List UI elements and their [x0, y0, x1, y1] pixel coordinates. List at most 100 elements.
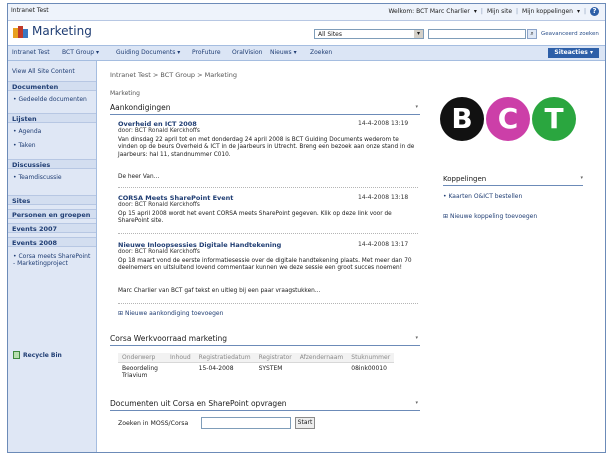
site-header: Marketing All Sites ▾ ⌕ Geavanceerd zoek…	[8, 21, 605, 44]
recycle-bin-icon	[13, 351, 20, 359]
table-header-row: Onderwerp Inhoud Registratiedatum Regist…	[118, 353, 395, 363]
link-item[interactable]: • Kaarten O&ICT bestellen	[443, 193, 522, 200]
announcement-date: 14-4-2008 13:19	[358, 120, 409, 127]
tab-oralvision[interactable]: OralVision	[232, 49, 262, 56]
work-queue-table: Onderwerp Inhoud Registratiedatum Regist…	[118, 353, 395, 382]
table-cell[interactable]: 08ink00010	[347, 363, 394, 382]
announcement-title-link[interactable]: Nieuwe Inloopsessies Digitale Handtekeni…	[118, 241, 281, 249]
tab-bct-group[interactable]: BCT Group ▾	[62, 49, 99, 56]
announcement-author: door: BCT Ronald Kerckhoffs	[118, 202, 200, 208]
documents-query-title[interactable]: Documenten uit Corsa en SharePoint opvra…	[110, 399, 420, 411]
query-input[interactable]	[201, 417, 291, 429]
chevron-down-icon[interactable]: ▾	[415, 335, 418, 341]
column-header[interactable]: Inhoud	[166, 353, 195, 363]
logo-letter-c: C	[486, 97, 530, 141]
quick-launch-discussions[interactable]: Discussies	[8, 159, 96, 169]
tab-zoeken[interactable]: Zoeken	[310, 49, 332, 56]
webpart-title-label: Documenten uit Corsa en SharePoint opvra…	[110, 399, 287, 408]
chevron-down-icon[interactable]: ▾	[415, 400, 418, 406]
main-content: Intranet Test > BCT Group > Marketing Ma…	[98, 61, 605, 452]
column-header[interactable]: Registrator	[254, 353, 296, 363]
quick-launch-item[interactable]: • Corsa meets SharePoint - Marketingproj…	[13, 253, 93, 267]
my-links-menu[interactable]: Mijn koppelingen	[522, 8, 573, 15]
advanced-search-link[interactable]: Geavanceerd zoeken	[541, 31, 599, 37]
site-title[interactable]: Marketing	[32, 24, 92, 38]
table-cell	[296, 363, 348, 382]
chevron-down-icon: ▾	[473, 8, 477, 15]
quick-launch-lists[interactable]: Lijsten	[8, 113, 96, 123]
webpart-title-label: Corsa Werkvoorraad marketing	[110, 334, 228, 343]
link-item-label: Kaarten O&ICT bestellen	[448, 193, 523, 200]
table-cell: 15-04-2008	[198, 365, 234, 372]
quick-launch-item-label: Teamdiscussie	[18, 174, 62, 181]
table-cell: SYSTEM	[258, 365, 283, 372]
tab-label: BCT Group	[62, 49, 95, 56]
tab-profuture[interactable]: ProFuture	[192, 49, 221, 56]
quick-launch-item[interactable]: • Gedeelde documenten	[13, 96, 93, 103]
view-all-site-content-link[interactable]: View All Site Content	[12, 68, 75, 75]
separator: |	[480, 8, 483, 15]
add-announcement-link[interactable]: ⊞ Nieuwe aankondiging toevoegen	[118, 310, 223, 317]
site-actions-button[interactable]: Siteacties ▾	[548, 48, 599, 58]
tab-label: Nieuws	[270, 49, 292, 56]
add-icon: ⊞	[118, 310, 124, 317]
logo-letter-b: B	[440, 97, 484, 141]
column-header[interactable]: Afzendernaam	[295, 353, 348, 363]
quick-launch-events-2007[interactable]: Events 2007	[8, 223, 96, 233]
quick-launch-people[interactable]: Personen en groepen	[8, 209, 96, 219]
my-site-link[interactable]: Mijn site	[487, 8, 512, 15]
search-scope-value: All Sites	[318, 31, 342, 38]
column-header[interactable]: Stuknummer	[347, 353, 395, 363]
column-header[interactable]: Onderwerp	[118, 353, 166, 363]
search-input[interactable]	[428, 29, 526, 39]
query-label: Zoeken in MOSS/Corsa	[118, 420, 189, 427]
breadcrumb[interactable]: Intranet Test > BCT Group > Marketing	[110, 71, 237, 79]
quick-launch-item[interactable]: • Taken	[13, 142, 93, 149]
chevron-down-icon: ▾	[177, 49, 181, 56]
quick-launch-sites[interactable]: Sites	[8, 195, 96, 205]
search-scope-select[interactable]: All Sites ▾	[314, 29, 424, 39]
announcement-author: door: BCT Ronald Kerckhoffs	[118, 128, 200, 134]
add-link[interactable]: ⊞ Nieuwe koppeling toevoegen	[443, 213, 537, 220]
add-announcement-label: Nieuwe aankondiging toevoegen	[124, 310, 224, 317]
quick-launch-item[interactable]: • Agenda	[13, 128, 93, 135]
announcement-body: Van dinsdag 22 april tot en met donderda…	[118, 137, 415, 158]
chevron-down-icon[interactable]: ▾	[580, 175, 583, 181]
quick-launch-events-2008[interactable]: Events 2008	[8, 237, 96, 247]
chevron-down-icon[interactable]: ▾	[415, 104, 418, 110]
quick-launch-item-label: Gedeelde documenten	[18, 96, 87, 103]
quick-launch-item-label: Taken	[18, 142, 36, 149]
chevron-down-icon: ▾	[414, 30, 423, 38]
top-bar: Intranet Test Welkom: BCT Marc Charlier …	[8, 4, 605, 21]
quick-launch-item[interactable]: • Teamdiscussie	[13, 174, 93, 181]
announcement-date: 14-4-2008 13:17	[358, 241, 409, 248]
tab-guiding-documents[interactable]: Guiding Documents ▾	[116, 49, 180, 56]
announcement-date: 14-4-2008 13:18	[358, 194, 409, 201]
announcements-title[interactable]: Aankondigingen ▾	[110, 103, 420, 115]
welcome-menu[interactable]: Welkom: BCT Marc Charlier	[388, 8, 469, 15]
table-cell[interactable]: Beoordeling Triavium	[118, 363, 166, 382]
announcement-title-link[interactable]: CORSA Meets SharePoint Event	[118, 194, 233, 202]
start-button[interactable]: Start	[295, 417, 315, 429]
help-icon[interactable]: ?	[590, 7, 599, 16]
quick-launch-item-label: Corsa meets SharePoint - Marketingprojec…	[13, 253, 91, 267]
table-row[interactable]: Beoordeling Triavium 15-04-2008 SYSTEM 0…	[118, 363, 394, 382]
tab-intranet-test[interactable]: Intranet Test	[12, 49, 50, 56]
quick-launch-documents[interactable]: Documenten	[8, 81, 96, 91]
recycle-bin-link[interactable]: Recycle Bin	[13, 351, 62, 359]
logo-letter-t: T	[532, 97, 576, 141]
divider	[118, 187, 418, 188]
tab-nieuws[interactable]: Nieuws ▾	[270, 49, 297, 56]
site-link[interactable]: Intranet Test	[11, 7, 49, 14]
browser-frame: Intranet Test Welkom: BCT Marc Charlier …	[7, 3, 606, 453]
links-title[interactable]: Koppelingen ▾	[443, 175, 583, 186]
column-header[interactable]: Registratiedatum	[194, 353, 255, 363]
announcement-title-link[interactable]: Overheid en ICT 2008	[118, 120, 197, 128]
chevron-down-icon: ▾	[293, 49, 297, 56]
divider	[118, 233, 418, 234]
work-queue-title[interactable]: Corsa Werkvoorraad marketing ▾	[110, 334, 420, 346]
chevron-down-icon: ▾	[576, 8, 580, 15]
search-icon[interactable]: ⌕	[527, 29, 537, 39]
site-actions-label: Siteacties	[554, 49, 588, 56]
webpart-title-label: Koppelingen	[443, 175, 487, 183]
